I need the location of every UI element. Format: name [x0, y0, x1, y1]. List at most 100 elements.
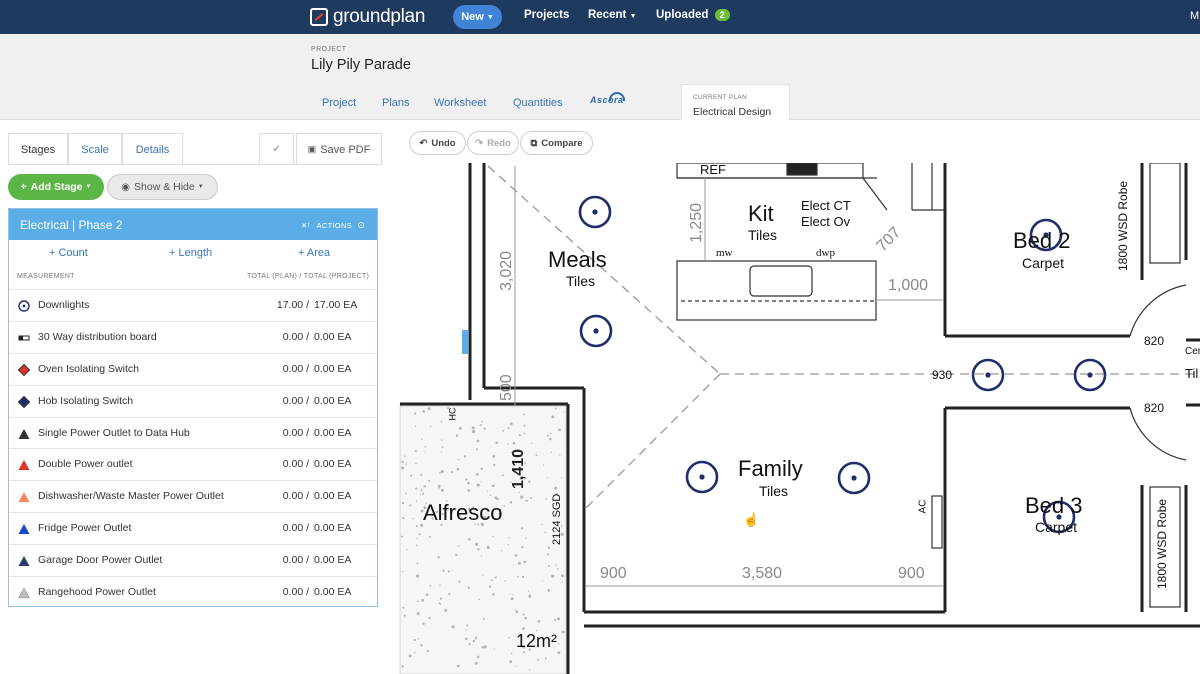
dim-820-bottom: 820	[1144, 401, 1165, 415]
measurement-total-project: 0.00 EA	[314, 586, 352, 599]
save-pdf-button[interactable]: ▣ Save PDF	[296, 133, 382, 165]
caret-down-icon: ▼	[85, 184, 92, 190]
tab-details[interactable]: Details	[122, 133, 183, 165]
column-measurement: MEASUREMENT	[17, 273, 75, 280]
measurement-total-plan: 0.00 /	[282, 330, 309, 343]
compare-button[interactable]: ⧉ Compare	[520, 131, 593, 155]
tab-project[interactable]: Project	[322, 97, 356, 109]
measurement-name: Single Power Outlet to Data Hub	[38, 426, 190, 439]
compare-icon: ⧉	[530, 137, 538, 149]
room-alfresco: Alfresco	[423, 500, 503, 525]
new-button[interactable]: New ▼	[453, 5, 502, 29]
project-label: PROJECT	[311, 46, 347, 53]
downlight-marker[interactable]	[685, 460, 719, 494]
measurement-row[interactable]: Dishwasher/Waste Master Power Outlet 0.0…	[9, 480, 377, 512]
add-area-button[interactable]: + Area	[298, 247, 330, 259]
measurement-name: Oven Isolating Switch	[38, 362, 139, 375]
tab-quantities[interactable]: Quantities	[513, 97, 563, 109]
room-bed2: Bed 2	[1013, 228, 1071, 253]
current-plan-name: Electrical Design	[693, 106, 772, 118]
triangle-red-icon	[18, 460, 30, 471]
tab-plans[interactable]: Plans	[382, 97, 410, 109]
measurement-row[interactable]: 30 Way distribution board 0.00 / 0.00 EA	[9, 320, 377, 353]
distribution-board-icon	[18, 335, 30, 341]
label-elect-ov: Elect Ov	[801, 214, 851, 229]
undo-label: Undo	[431, 137, 456, 149]
area-label: Area	[306, 247, 331, 259]
downlight-marker[interactable]	[1073, 358, 1107, 392]
eye-icon: ◉	[121, 181, 131, 193]
dim-820-top: 820	[1144, 334, 1165, 348]
measurement-row[interactable]: Double Power outlet 0.00 / 0.00 EA	[9, 448, 377, 480]
hand-cursor-icon: ☝	[743, 512, 760, 527]
logo-text: groundplan	[333, 6, 426, 27]
downlight-marker[interactable]	[579, 314, 613, 348]
stage-header[interactable]: Electrical | Phase 2 ✕ᶠ ACTIONS ⊙	[9, 209, 377, 240]
plus-icon: +	[298, 247, 307, 259]
downlight-marker[interactable]	[837, 461, 871, 495]
nav-projects[interactable]: Projects	[524, 9, 569, 21]
measurement-row[interactable]: Hob Isolating Switch 0.00 / 0.00 EA	[9, 384, 377, 417]
measurement-list: Downlights 17.00 / 17.00 EA 30 Way distr…	[9, 289, 377, 608]
user-menu[interactable]: M	[1190, 10, 1199, 22]
label-hc: HC	[447, 407, 458, 421]
project-header: PROJECT Lily Pily Parade Project Plans W…	[0, 34, 1200, 120]
measurement-row[interactable]: Downlights 17.00 / 17.00 EA	[9, 289, 377, 321]
gear-icon: ⊙	[357, 220, 366, 230]
tab-scale[interactable]: Scale	[68, 133, 122, 165]
current-plan-tab[interactable]: CURRENT PLAN Electrical Design	[681, 84, 790, 120]
measurement-row[interactable]: Rangehood Power Outlet 0.00 / 0.00 EA	[9, 576, 377, 608]
dim-900-left: 900	[600, 565, 627, 582]
add-stage-label: Add Stage	[30, 181, 83, 193]
stage-panel: Electrical | Phase 2 ✕ᶠ ACTIONS ⊙ + Coun…	[8, 208, 378, 607]
measurement-total-project: 0.00 EA	[314, 394, 352, 407]
expand-icon: ✕ᶠ	[301, 221, 310, 230]
redo-button[interactable]: ↷ Redo	[467, 131, 519, 155]
triangle-navy-icon	[18, 556, 30, 567]
undo-button[interactable]: ↶ Undo	[409, 131, 466, 155]
tabs-divider	[8, 164, 382, 165]
label-mw: mw	[716, 247, 733, 259]
nav-uploaded[interactable]: Uploaded 2	[656, 9, 730, 21]
triangle-orange-icon	[18, 492, 30, 503]
diamond-red-icon	[18, 363, 30, 376]
check-circle-icon: ✔	[272, 144, 281, 155]
tab-details-label: Details	[135, 143, 170, 156]
check-button[interactable]: ✔	[259, 133, 294, 165]
show-hide-label: Show & Hide	[134, 181, 195, 193]
triangle-dark-icon	[18, 428, 30, 439]
measurement-name: Double Power outlet	[38, 458, 133, 471]
tab-worksheet[interactable]: Worksheet	[434, 97, 486, 109]
measurement-row[interactable]: Single Power Outlet to Data Hub 0.00 / 0…	[9, 416, 377, 449]
column-totals: TOTAL (PLAN) / TOTAL (PROJECT)	[247, 273, 370, 280]
measurement-row[interactable]: Garage Door Power Outlet 0.00 / 0.00 EA	[9, 544, 377, 576]
label-cer: Cer	[1185, 346, 1200, 357]
measurement-row[interactable]: Fridge Power Outlet 0.00 / 0.00 EA	[9, 512, 377, 544]
groundplan-logo[interactable]: groundplan	[310, 5, 425, 29]
current-plan-label: CURRENT PLAN	[693, 94, 748, 101]
label-ref: REF	[700, 163, 726, 177]
measurement-row[interactable]: Oven Isolating Switch 0.00 / 0.00 EA	[9, 352, 377, 385]
downlight-marker[interactable]	[578, 195, 612, 229]
project-name: Lily Pily Parade	[311, 57, 411, 73]
label-elect-ct: Elect CT	[801, 198, 851, 213]
tab-scale-label: Scale	[81, 143, 109, 156]
show-hide-button[interactable]: ◉ Show & Hide ▼	[107, 174, 218, 200]
room-meals: Meals	[548, 247, 607, 272]
floor-plan-drawing	[399, 163, 1200, 674]
measurement-total-project: 0.00 EA	[314, 362, 352, 375]
measurement-name: Rangehood Power Outlet	[38, 586, 156, 599]
add-stage-button[interactable]: + Add Stage ▼	[8, 174, 104, 200]
top-navbar: groundplan New ▼ Projects Recent ▼ Uploa…	[0, 0, 1200, 34]
dim-1410: 1,410	[510, 448, 527, 489]
add-count-button[interactable]: + Count	[49, 247, 88, 259]
measurement-total-plan: 0.00 /	[282, 554, 309, 567]
tab-stages[interactable]: Stages	[8, 133, 68, 165]
measurement-total-project: 0.00 EA	[314, 330, 352, 343]
stage-actions-menu[interactable]: ✕ᶠ ACTIONS ⊙	[301, 220, 365, 231]
add-length-button[interactable]: + Length	[169, 247, 212, 259]
ascora-logo[interactable]: Ascora	[590, 95, 624, 105]
nav-recent[interactable]: Recent ▼	[588, 9, 637, 21]
downlight-marker[interactable]	[971, 358, 1005, 392]
floor-plan-canvas[interactable]: Meals Tiles Kit Tiles Family Tiles Bed 2…	[398, 163, 1200, 674]
